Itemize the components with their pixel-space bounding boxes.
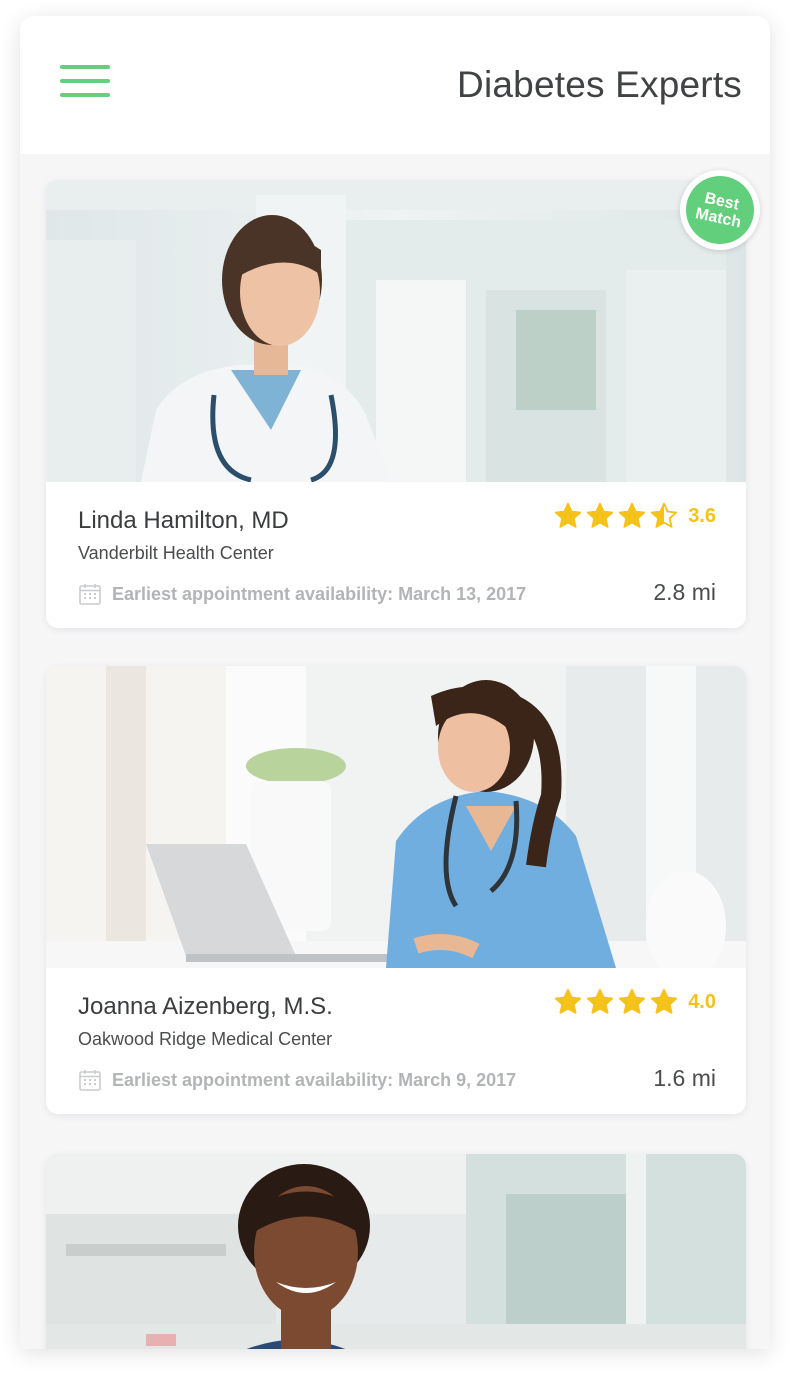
rating-value: 3.6 — [688, 504, 716, 527]
star-filled-icon — [555, 502, 582, 528]
appointment-text: Earliest appointment availability: March… — [112, 583, 527, 604]
star-half-icon — [651, 502, 678, 528]
doctor-name[interactable]: Linda Hamilton, MD — [78, 507, 289, 535]
star-filled-icon — [587, 988, 614, 1014]
star-filled-icon — [587, 502, 614, 528]
doctor-distance: 2.8 mi — [653, 579, 716, 605]
rating-value: 4.0 — [688, 990, 716, 1013]
doctor-photo — [46, 666, 746, 968]
page-title: Diabetes Experts — [457, 64, 742, 105]
hamburger-menu-icon[interactable] — [60, 65, 112, 99]
star-filled-icon — [619, 988, 646, 1014]
doctor-rating: 4.0 — [550, 988, 716, 1016]
star-filled-icon — [619, 502, 646, 528]
doctor-name[interactable]: Joanna Aizenberg, M.S. — [78, 993, 333, 1021]
doctor-photo — [46, 1154, 746, 1349]
best-match-badge: Best Match — [679, 169, 761, 251]
doctor-center: Vanderbilt Health Center — [78, 543, 274, 563]
doctor-photo — [46, 180, 746, 482]
appointment-availability: Earliest appointment availability: March… — [78, 1068, 516, 1092]
calendar-icon — [79, 584, 101, 605]
appointment-text: Earliest appointment availability: March… — [112, 1069, 517, 1090]
doctor-card-joanna-aizenberg[interactable]: Joanna Aizenberg, M.S. Oakwood Ridge Med… — [46, 666, 746, 1114]
doctor-distance: 1.6 mi — [653, 1065, 716, 1091]
doctor-rating: 3.6 — [550, 502, 716, 530]
calendar-icon — [79, 1070, 101, 1091]
doctor-card-linda-hamilton[interactable]: Best Match Linda Hamilton, MD Vanderbilt… — [46, 169, 761, 628]
rating-stars — [550, 988, 678, 1016]
appointment-availability: Earliest appointment availability: March… — [78, 582, 526, 606]
app-header: Diabetes Experts — [20, 16, 770, 154]
star-filled-icon — [651, 988, 678, 1014]
app-screen: Diabetes Experts Best Match Linda Hamilt… — [20, 16, 770, 1349]
star-filled-icon — [555, 988, 582, 1014]
doctor-card-3[interactable] — [46, 1154, 746, 1349]
doctor-center: Oakwood Ridge Medical Center — [78, 1029, 333, 1049]
rating-stars — [550, 502, 678, 530]
